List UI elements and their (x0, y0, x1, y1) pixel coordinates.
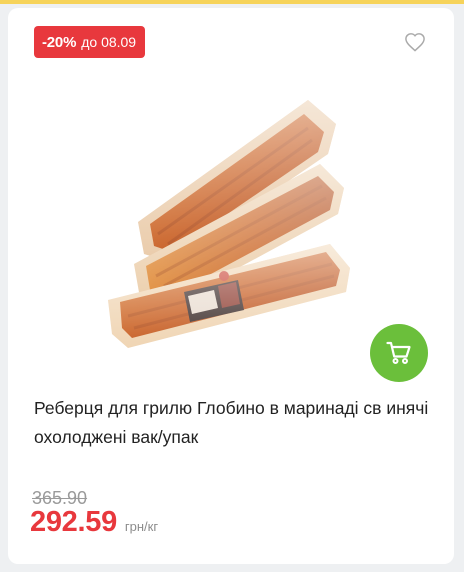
product-image-drawing (108, 100, 350, 348)
product-image[interactable] (98, 94, 362, 356)
current-price: 292.59 (30, 506, 117, 538)
product-card[interactable]: -20% до 08.09 Реберця для грилю Глобино … (8, 8, 454, 564)
heart-icon[interactable] (404, 32, 426, 52)
discount-percent: -20% (42, 33, 77, 51)
shopping-cart-icon (386, 341, 411, 364)
price-row: 292.59 грн/кг (30, 506, 158, 539)
top-accent-strip (0, 0, 464, 4)
product-title[interactable]: Реберця для грилю Глобино в маринаді св … (34, 394, 434, 452)
price-unit: грн/кг (124, 519, 159, 534)
discount-badge: -20% до 08.09 (34, 26, 146, 58)
discount-until-date: до 08.09 (81, 34, 137, 50)
add-to-cart-button[interactable] (370, 324, 428, 382)
